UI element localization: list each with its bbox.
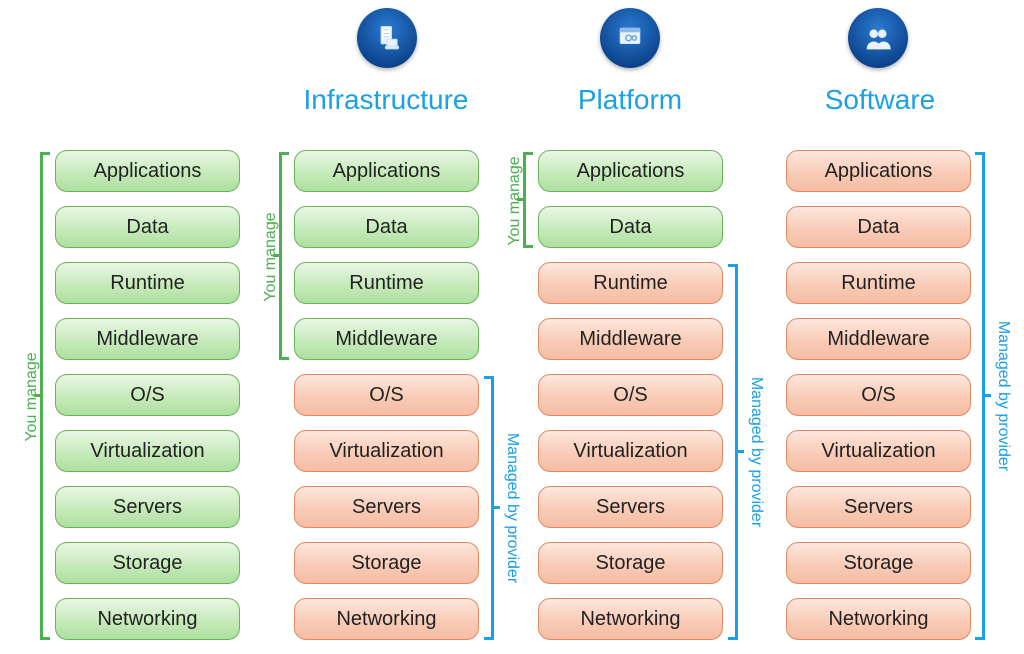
- label-provider: Managed by provider: [503, 428, 521, 588]
- bracket-you-onprem: [40, 152, 50, 640]
- layer-cell: Virtualization: [786, 430, 971, 472]
- layer-cell: Middleware: [294, 318, 479, 360]
- col-title-iaas: Infrastructure: [276, 84, 496, 116]
- layer-cell: Runtime: [294, 262, 479, 304]
- label-you-manage: You manage: [262, 207, 280, 307]
- layer-cell: Middleware: [786, 318, 971, 360]
- server-icon: [357, 8, 417, 68]
- layer-cell: Storage: [294, 542, 479, 584]
- layer-cell: O/S: [538, 374, 723, 416]
- layer-cell: Virtualization: [294, 430, 479, 472]
- layer-cell: O/S: [294, 374, 479, 416]
- layer-cell: Servers: [538, 486, 723, 528]
- layer-cell: Applications: [786, 150, 971, 192]
- bracket-provider-iaas: [484, 376, 494, 640]
- bracket-tick: [738, 450, 744, 453]
- layer-cell: Servers: [294, 486, 479, 528]
- layer-cell: Virtualization: [538, 430, 723, 472]
- layer-cell: O/S: [55, 374, 240, 416]
- bracket-you-iaas: [279, 152, 289, 360]
- layer-cell: Data: [55, 206, 240, 248]
- layer-cell: Applications: [55, 150, 240, 192]
- layer-cell: Data: [538, 206, 723, 248]
- platform-icon: [600, 8, 660, 68]
- layer-cell: Servers: [55, 486, 240, 528]
- label-provider: Managed by provider: [747, 372, 765, 532]
- layer-cell: Storage: [55, 542, 240, 584]
- layer-cell: Networking: [786, 598, 971, 640]
- layer-cell: O/S: [786, 374, 971, 416]
- layer-cell: Applications: [538, 150, 723, 192]
- layer-cell: Virtualization: [55, 430, 240, 472]
- layer-cell: Middleware: [55, 318, 240, 360]
- people-icon: [848, 8, 908, 68]
- layer-cell: Networking: [538, 598, 723, 640]
- bracket-tick: [494, 506, 500, 509]
- layer-cell: Runtime: [538, 262, 723, 304]
- layer-cell: Servers: [786, 486, 971, 528]
- bracket-you-paas: [523, 152, 533, 248]
- layer-cell: Storage: [538, 542, 723, 584]
- col-title-saas: Software: [770, 84, 990, 116]
- layer-cell: Data: [786, 206, 971, 248]
- label-you-manage: You manage: [506, 151, 524, 251]
- layer-cell: Storage: [786, 542, 971, 584]
- layer-cell: Networking: [294, 598, 479, 640]
- layer-cell: Applications: [294, 150, 479, 192]
- col-title-paas: Platform: [520, 84, 740, 116]
- layer-cell: Runtime: [786, 262, 971, 304]
- bracket-provider-paas: [728, 264, 738, 640]
- layer-cell: Middleware: [538, 318, 723, 360]
- bracket-tick: [985, 394, 991, 397]
- label-you-manage: You manage: [23, 347, 41, 447]
- layer-cell: Data: [294, 206, 479, 248]
- layer-cell: Runtime: [55, 262, 240, 304]
- label-provider: Managed by provider: [994, 316, 1012, 476]
- layer-cell: Networking: [55, 598, 240, 640]
- bracket-provider-saas: [975, 152, 985, 640]
